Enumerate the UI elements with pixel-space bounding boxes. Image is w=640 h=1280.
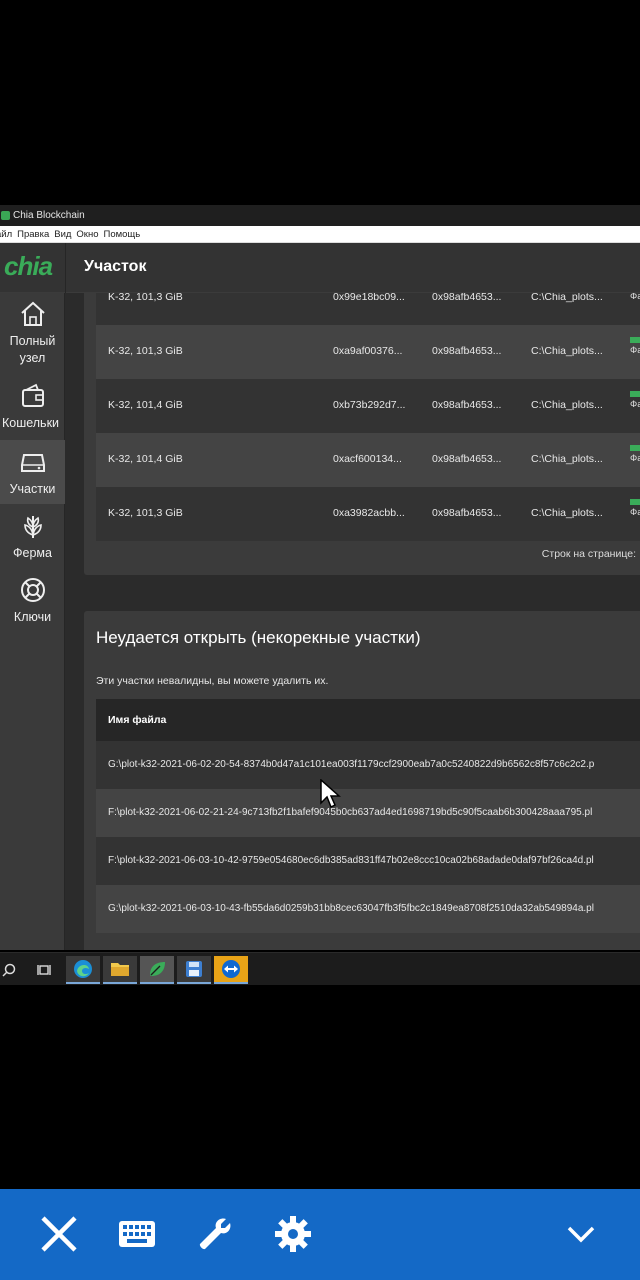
status-indicator — [630, 499, 640, 505]
invalid-file-row[interactable]: G:\plot-k32-2021-06-03-10-43-fb55da6d025… — [96, 885, 640, 933]
chia-logo: chia — [4, 251, 53, 281]
edge-browser-icon[interactable] — [66, 956, 100, 984]
menu-help[interactable]: Помощь — [104, 229, 141, 240]
invalid-file-name: G:\plot-k32-2021-06-03-10-43-fb55da6d025… — [108, 903, 594, 914]
menu-file[interactable]: айл — [0, 229, 12, 240]
mouse-cursor-icon — [320, 779, 341, 809]
taskbar — [0, 952, 640, 985]
close-icon[interactable] — [34, 1209, 84, 1259]
sidebar-item-wallets[interactable]: Кошельки — [0, 381, 65, 433]
table-row[interactable]: K-32, 101,3 GiB 0xa9af00376... 0x98afb46… — [96, 325, 640, 379]
chia-app-icon — [1, 211, 10, 220]
plot-size: K-32, 101,3 GiB — [108, 345, 183, 357]
plot-size: K-32, 101,4 GiB — [108, 399, 183, 411]
sidebar-item-keys[interactable]: Ключи — [0, 575, 65, 627]
chevron-down-icon[interactable] — [556, 1209, 606, 1259]
sidebar: Полный узел Кошельки Участки Ферма Ключи — [0, 293, 65, 950]
sidebar-item-label: Полный — [9, 334, 56, 348]
farmer-key: 0x98afb4653... — [432, 507, 502, 519]
wrench-icon[interactable] — [190, 1209, 240, 1259]
status-label: Фа — [630, 453, 640, 464]
chia-taskbar-icon[interactable] — [140, 956, 174, 984]
plot-key: 0x99e18bc09... — [333, 293, 405, 303]
sidebar-item-full-node[interactable]: Полный узел — [0, 299, 65, 369]
plot-size: K-32, 101,4 GiB — [108, 453, 183, 465]
sidebar-item-label: узел — [19, 351, 46, 365]
plot-key: 0xb73b292d7... — [333, 399, 406, 411]
chia-window: Chia Blockchain айл Правка Вид Окно Помо… — [0, 205, 640, 950]
invalid-file-name: F:\plot-k32-2021-06-03-10-42-9759e054680… — [108, 855, 594, 866]
column-header-label: Имя файла — [108, 714, 167, 726]
keyboard-icon[interactable] — [112, 1209, 162, 1259]
sprout-icon — [23, 516, 42, 538]
home-icon — [20, 301, 45, 326]
search-icon[interactable] — [0, 956, 26, 984]
window-title: Chia Blockchain — [13, 210, 85, 221]
plot-key: 0xacf600134... — [333, 453, 402, 465]
plot-key: 0xa3982acbb... — [333, 507, 405, 519]
plot-path: C:\Chia_plots... — [531, 399, 603, 411]
status-indicator — [630, 391, 640, 397]
page-title: Участок — [84, 258, 147, 275]
invalid-plots-title: Неудается открыть (некорекные участки) — [96, 628, 421, 647]
invalid-file-name: G:\plot-k32-2021-06-02-20-54-8374b0d47a1… — [108, 759, 595, 770]
lifebuoy-icon — [20, 578, 45, 602]
invalid-file-name: F:\plot-k32-2021-06-02-21-24-9c713fb2f1b… — [108, 807, 593, 818]
plot-size: K-32, 101,3 GiB — [108, 293, 183, 303]
save-disk-icon[interactable] — [177, 956, 211, 984]
app-header: chia Участок — [0, 243, 640, 293]
header-divider — [65, 243, 66, 293]
menu-window[interactable]: Окно — [76, 229, 98, 240]
status-label: Фа — [630, 399, 640, 410]
invalid-file-row[interactable]: G:\plot-k32-2021-06-02-20-54-8374b0d47a1… — [96, 741, 640, 789]
menu-view[interactable]: Вид — [54, 229, 71, 240]
file-explorer-icon[interactable] — [103, 956, 137, 984]
farmer-key: 0x98afb4653... — [432, 453, 502, 465]
farmer-key: 0x98afb4653... — [432, 293, 502, 303]
plot-path: C:\Chia_plots... — [531, 293, 603, 303]
wallet-icon — [21, 383, 44, 407]
status-indicator — [630, 337, 640, 343]
filename-column-header: Имя файла — [96, 699, 640, 741]
plot-size: K-32, 101,3 GiB — [108, 507, 183, 519]
task-view-icon[interactable] — [27, 956, 61, 984]
hard-drive-icon — [20, 454, 45, 472]
invalid-plots-description: Эти участки невалидны, вы можете удалить… — [96, 675, 329, 687]
farmer-key: 0x98afb4653... — [432, 345, 502, 357]
sidebar-item-farm[interactable]: Ферма — [0, 511, 65, 563]
menu-edit[interactable]: Правка — [17, 229, 49, 240]
teamviewer-icon[interactable] — [214, 956, 248, 984]
gear-icon[interactable] — [268, 1209, 318, 1259]
table-row[interactable]: K-32, 101,3 GiB 0xa3982acbb... 0x98afb46… — [96, 487, 640, 541]
status-label: Фа — [630, 507, 640, 518]
table-row[interactable]: K-32, 101,4 GiB 0xacf600134... 0x98afb46… — [96, 433, 640, 487]
remote-control-toolbar — [0, 1189, 640, 1280]
status-label: Фа — [630, 345, 640, 356]
plot-path: C:\Chia_plots... — [531, 345, 603, 357]
window-titlebar[interactable]: Chia Blockchain — [0, 205, 640, 226]
plots-table-card: K-32, 101,3 GiB 0x99e18bc09... 0x98afb46… — [84, 293, 640, 575]
table-row[interactable]: K-32, 101,4 GiB 0xb73b292d7... 0x98afb46… — [96, 379, 640, 433]
plot-path: C:\Chia_plots... — [531, 453, 603, 465]
invalid-file-row[interactable]: F:\plot-k32-2021-06-02-21-24-9c713fb2f1b… — [96, 789, 640, 837]
menu-bar: айл Правка Вид Окно Помощь — [0, 226, 640, 243]
main-content: K-32, 101,3 GiB 0x99e18bc09... 0x98afb46… — [66, 293, 640, 950]
farmer-key: 0x98afb4653... — [432, 399, 502, 411]
invalid-plots-card: Неудается открыть (некорекные участки) Э… — [84, 611, 640, 950]
sidebar-item-label: Ферма — [13, 546, 52, 560]
table-row[interactable]: K-32, 101,3 GiB 0x99e18bc09... 0x98afb46… — [96, 293, 640, 325]
invalid-file-row[interactable]: F:\plot-k32-2021-06-03-10-42-9759e054680… — [96, 837, 640, 885]
sidebar-item-label: Ключи — [13, 610, 52, 624]
status-label: Фа — [630, 293, 640, 302]
sidebar-item-label: Участки — [9, 482, 56, 496]
rows-per-page-label: Строк на странице: — [541, 548, 636, 560]
plot-key: 0xa9af00376... — [333, 345, 403, 357]
plot-path: C:\Chia_plots... — [531, 507, 603, 519]
sidebar-item-label: Кошельки — [1, 416, 60, 430]
sidebar-item-plots[interactable]: Участки — [0, 440, 65, 504]
status-indicator — [630, 445, 640, 451]
